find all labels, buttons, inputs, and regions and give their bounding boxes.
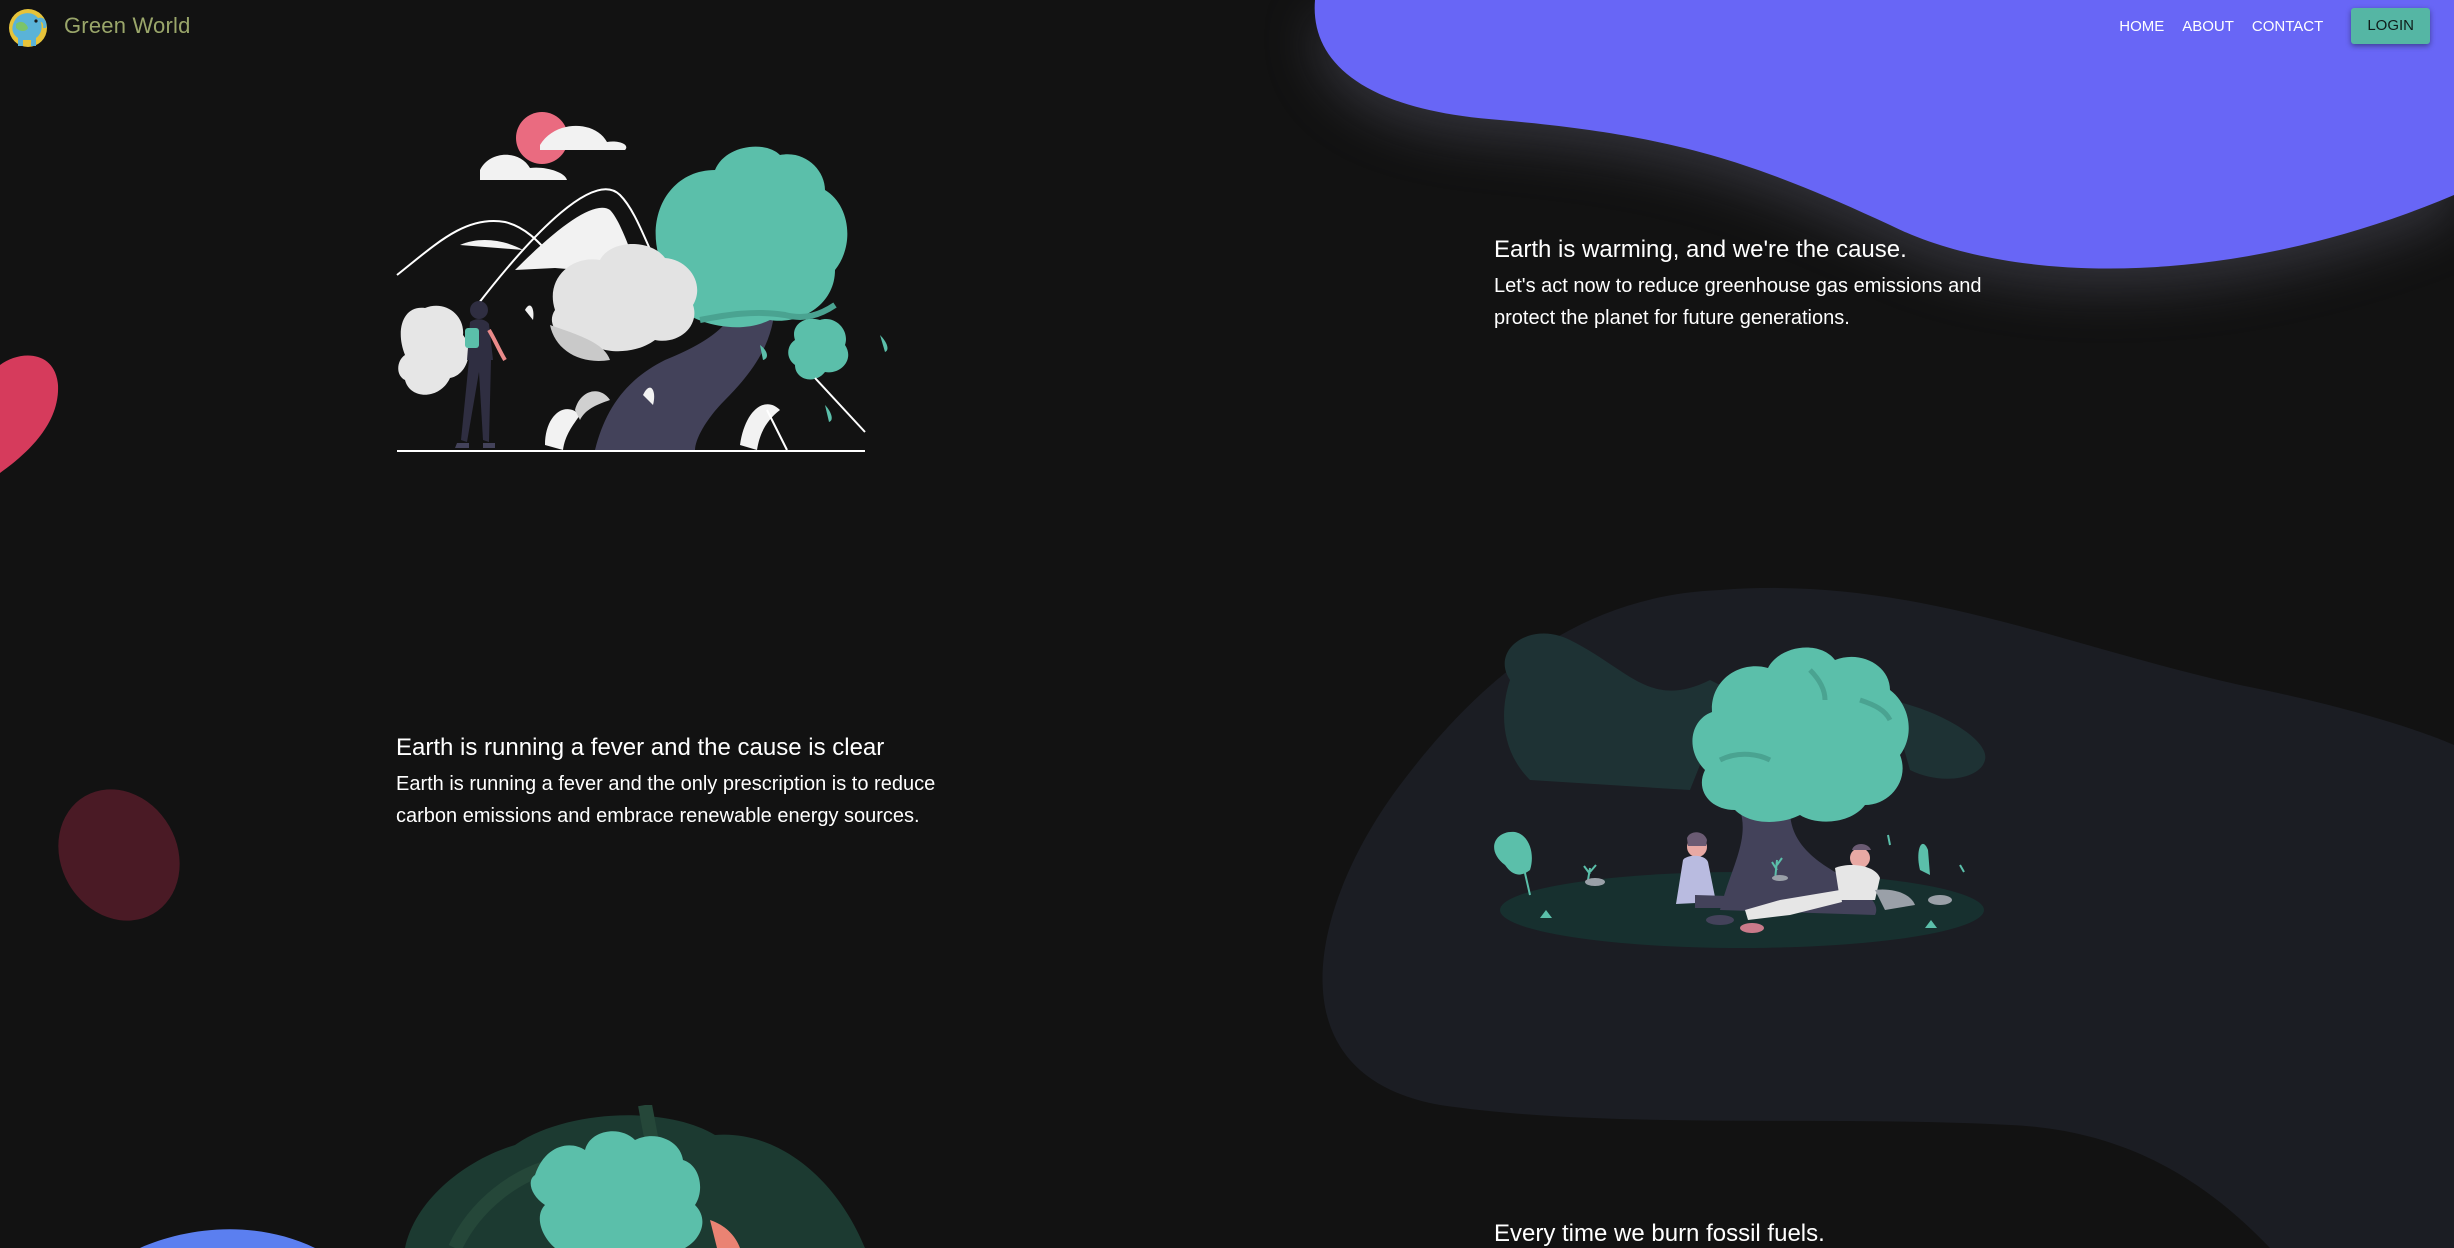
nav-home-link[interactable]: HOME xyxy=(2119,18,2164,35)
fossil-fuels-section-title: Every time we burn fossil fuels. xyxy=(1494,1220,1825,1247)
nav-contact-link[interactable]: CONTACT xyxy=(2252,18,2323,35)
warming-section-body: Let's act now to reduce greenhouse gas e… xyxy=(1494,275,1982,329)
maroon-blob-decoration xyxy=(58,789,180,921)
pink-blob-decoration xyxy=(0,355,59,473)
warming-section-title: Earth is warming, and we're the cause. xyxy=(1494,236,1907,263)
fever-section: Earth is running a fever and the cause i… xyxy=(396,734,976,832)
top-nav: HOME ABOUT CONTACT LOGIN xyxy=(2101,8,2430,44)
fossil-fuels-section: Every time we burn fossil fuels. xyxy=(1494,1220,2014,1248)
page: Green World HOME ABOUT CONTACT LOGIN Ear… xyxy=(0,0,2454,1248)
brand[interactable]: Green World xyxy=(6,4,191,48)
login-button[interactable]: LOGIN xyxy=(2351,8,2430,44)
nav-about-link[interactable]: ABOUT xyxy=(2182,18,2234,35)
warming-section: Earth is warming, and we're the cause. L… xyxy=(1494,236,2014,334)
fever-section-body: Earth is running a fever and the only pr… xyxy=(396,773,936,827)
bottom-tree-illustration xyxy=(405,1105,865,1248)
brand-name: Green World xyxy=(64,13,191,38)
elephant-globe-logo-icon xyxy=(9,9,47,47)
fever-section-title: Earth is running a fever and the cause i… xyxy=(396,734,885,761)
blue-blob-decoration xyxy=(140,1229,315,1248)
people-under-tree-illustration xyxy=(1494,633,1986,948)
hiker-mountains-illustration xyxy=(396,112,888,452)
